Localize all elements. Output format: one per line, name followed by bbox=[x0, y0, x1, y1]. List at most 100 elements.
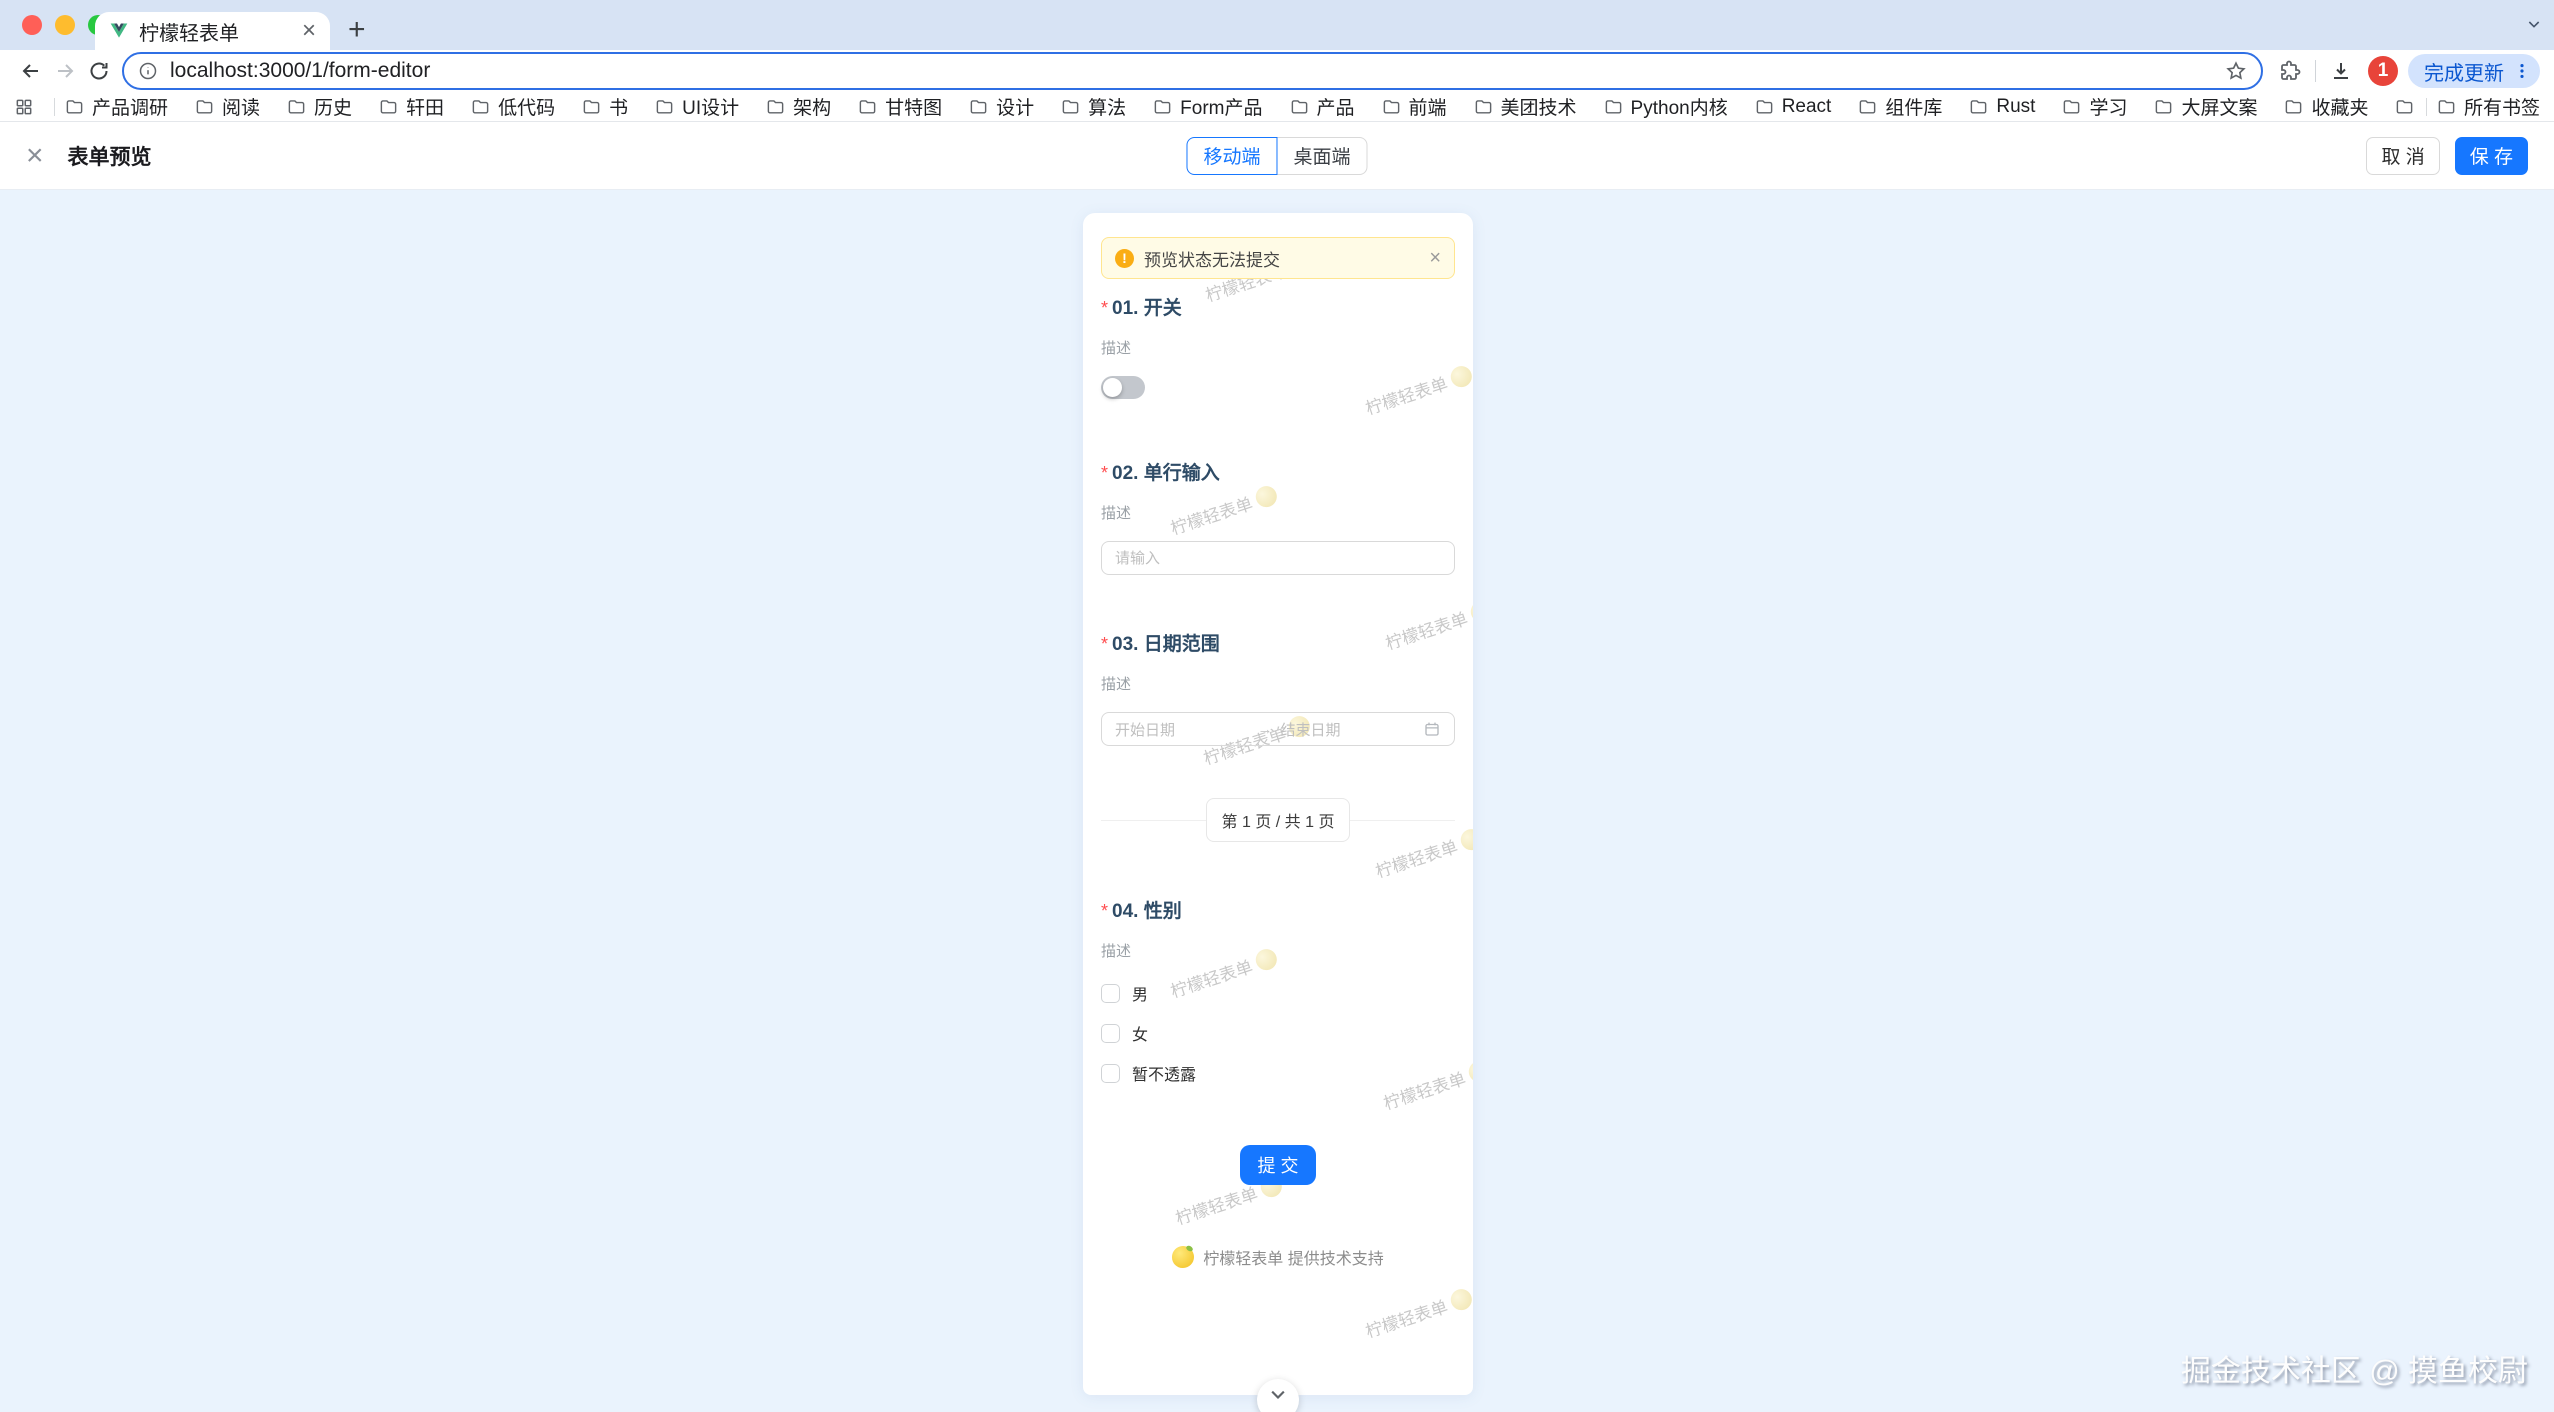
bookmark-item[interactable]: 美团技术 bbox=[1474, 93, 1577, 120]
bookmark-label: 算法 bbox=[1088, 93, 1126, 120]
calendar-icon[interactable] bbox=[1423, 720, 1441, 738]
folder-icon bbox=[2154, 97, 2173, 116]
checkbox-icon[interactable] bbox=[1101, 1064, 1120, 1083]
field-date-range: * 03. 日期范围 描述 开始日期 → 结束日期 bbox=[1101, 629, 1455, 746]
preview-canvas: 柠檬轻表单柠檬轻表单柠檬轻表单柠檬轻表单柠檬轻表单柠檬轻表单柠檬轻表单柠檬轻表单… bbox=[0, 191, 2554, 1412]
bookmark-star-icon[interactable] bbox=[2225, 60, 2247, 82]
checkbox-option[interactable]: 暂不透露 bbox=[1101, 1061, 1455, 1085]
reload-icon[interactable] bbox=[82, 54, 116, 88]
tab-mobile[interactable]: 移动端 bbox=[1186, 137, 1277, 175]
alert-close-icon[interactable]: × bbox=[1429, 248, 1441, 268]
forward-icon[interactable] bbox=[48, 54, 82, 88]
window-minimize-button[interactable] bbox=[55, 15, 75, 35]
alert-message: 预览状态无法提交 bbox=[1144, 246, 1419, 271]
tab-title: 柠檬轻表单 bbox=[139, 17, 292, 46]
lemon-watermark-icon bbox=[1466, 1058, 1473, 1084]
warning-icon: ! bbox=[1115, 249, 1134, 268]
field-title: * 01. 开关 bbox=[1101, 293, 1455, 320]
bookmark-label: 轩田 bbox=[406, 93, 444, 120]
tab-strip: 柠檬轻表单 × + bbox=[0, 0, 2554, 50]
bookmark-item[interactable]: 架构 bbox=[766, 93, 831, 120]
browser-tab[interactable]: 柠檬轻表单 × bbox=[95, 12, 330, 50]
field-text-input: * 02. 单行输入 描述 bbox=[1101, 458, 1455, 575]
bookmark-item[interactable]: 阅读 bbox=[195, 93, 260, 120]
browser-menu-kebab-icon[interactable] bbox=[2512, 61, 2532, 81]
bookmark-item[interactable]: 产品调研 bbox=[65, 93, 168, 120]
field-gender: * 04. 性别 描述 男 女 bbox=[1101, 896, 1455, 1085]
tab-search-chevron-icon[interactable] bbox=[2526, 16, 2542, 32]
tab-desktop[interactable]: 桌面端 bbox=[1277, 137, 1368, 175]
pagination-indicator: 第 1 页 / 共 1 页 bbox=[1206, 798, 1351, 842]
lemon-watermark-icon bbox=[1468, 598, 1473, 624]
url-bar[interactable]: localhost:3000/1/form-editor bbox=[122, 52, 2263, 90]
bookmark-item[interactable]: React bbox=[1755, 96, 1832, 118]
bookmark-item[interactable]: 甘特图 bbox=[858, 93, 942, 120]
bookmark-item[interactable]: 低代码 bbox=[471, 93, 555, 120]
checkbox-option[interactable]: 女 bbox=[1101, 1021, 1455, 1045]
device-toggle: 移动端 桌面端 bbox=[1186, 137, 1367, 175]
bookmark-item[interactable]: 产品 bbox=[1290, 93, 1355, 120]
browser-toolbar: localhost:3000/1/form-editor 1 完成更新 bbox=[0, 50, 2554, 92]
new-tab-button[interactable]: + bbox=[348, 10, 366, 50]
bookmark-item[interactable]: UI设计 bbox=[655, 93, 739, 120]
bookmark-item[interactable]: Rust bbox=[1969, 96, 2035, 118]
close-preview-icon[interactable]: × bbox=[26, 141, 44, 171]
site-info-icon[interactable] bbox=[138, 61, 158, 81]
window-close-button[interactable] bbox=[22, 15, 42, 35]
folder-icon bbox=[1474, 97, 1493, 116]
all-bookmarks-item[interactable]: 所有书签 bbox=[2437, 93, 2540, 120]
bookmark-label: Rust bbox=[1996, 96, 2035, 118]
update-chrome-button[interactable]: 完成更新 bbox=[2408, 54, 2540, 88]
bookmark-label: 收藏夹 bbox=[2311, 93, 2368, 120]
bookmark-label: 甘特图 bbox=[885, 93, 942, 120]
bookmark-label: 历史 bbox=[314, 93, 352, 120]
folder-icon bbox=[655, 97, 674, 116]
cancel-button[interactable]: 取 消 bbox=[2366, 137, 2439, 175]
lemon-watermark-icon bbox=[1458, 826, 1473, 852]
submit-button[interactable]: 提 交 bbox=[1240, 1145, 1315, 1185]
bookmark-item[interactable]: Form产品 bbox=[1153, 93, 1262, 120]
bookmark-item[interactable]: 轩田 bbox=[379, 93, 444, 120]
update-chrome-label: 完成更新 bbox=[2424, 57, 2504, 86]
bookmark-item[interactable]: 书 bbox=[582, 93, 628, 120]
bookmark-item[interactable]: 算法 bbox=[1061, 93, 1126, 120]
page-title: 表单预览 bbox=[68, 141, 152, 171]
folder-icon bbox=[766, 97, 785, 116]
extensions-puzzle-icon[interactable] bbox=[2273, 54, 2307, 88]
bookmark-item[interactable]: 组件库 bbox=[1858, 93, 1942, 120]
folder-icon bbox=[1382, 97, 1401, 116]
header-actions: 取 消 保 存 bbox=[2366, 137, 2528, 175]
single-line-input[interactable] bbox=[1101, 541, 1455, 575]
folder-icon bbox=[2395, 97, 2414, 116]
back-icon[interactable] bbox=[14, 54, 48, 88]
save-button[interactable]: 保 存 bbox=[2455, 137, 2528, 175]
folder-icon bbox=[195, 97, 214, 116]
profile-avatar[interactable]: 1 bbox=[2368, 56, 2398, 86]
checkbox-icon[interactable] bbox=[1101, 984, 1120, 1003]
bookmark-item[interactable]: 收藏夹 bbox=[2284, 93, 2368, 120]
bookmark-item[interactable]: Python内核 bbox=[1604, 93, 1728, 120]
start-date-placeholder[interactable]: 开始日期 bbox=[1115, 719, 1250, 740]
bookmark-item[interactable]: 大屏文案 bbox=[2154, 93, 2257, 120]
end-date-placeholder[interactable]: 结束日期 bbox=[1281, 719, 1416, 740]
bookmark-label: 阅读 bbox=[222, 93, 260, 120]
powered-by-text: 柠檬轻表单 提供技术支持 bbox=[1203, 1245, 1383, 1269]
switch-toggle[interactable] bbox=[1101, 376, 1145, 399]
bookmark-item[interactable]: 学习 bbox=[2062, 93, 2127, 120]
checkbox-label: 男 bbox=[1132, 981, 1148, 1005]
all-bookmarks[interactable]: 所有书签 bbox=[2416, 93, 2540, 120]
bookmark-item[interactable]: 设计 bbox=[969, 93, 1034, 120]
bookmark-item[interactable]: 历史 bbox=[2395, 93, 2416, 120]
apps-grid-icon[interactable] bbox=[14, 97, 34, 117]
download-icon[interactable] bbox=[2324, 54, 2358, 88]
checkbox-icon[interactable] bbox=[1101, 1024, 1120, 1043]
bookmark-label: React bbox=[1782, 96, 1832, 118]
bookmark-item[interactable]: 前端 bbox=[1382, 93, 1447, 120]
bookmark-item[interactable]: 历史 bbox=[287, 93, 352, 120]
date-range-picker[interactable]: 开始日期 → 结束日期 bbox=[1101, 712, 1455, 746]
tab-close-icon[interactable]: × bbox=[302, 19, 316, 43]
checkbox-option[interactable]: 男 bbox=[1101, 981, 1455, 1005]
bookmark-label: 组件库 bbox=[1885, 93, 1942, 120]
url-text: localhost:3000/1/form-editor bbox=[170, 59, 2213, 83]
checkbox-group: 男 女 暂不透露 bbox=[1101, 981, 1455, 1085]
